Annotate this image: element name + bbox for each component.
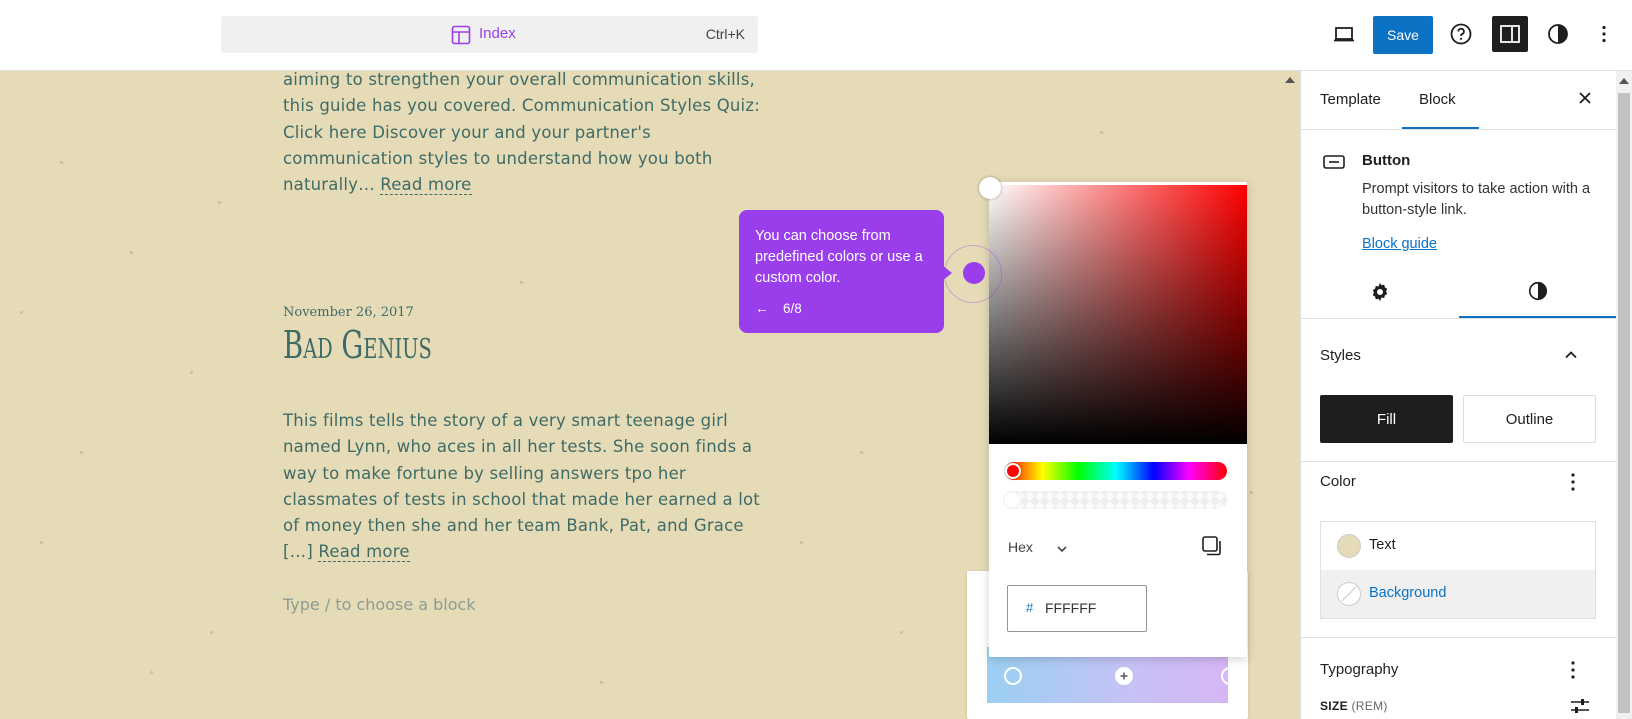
help-button[interactable]	[1443, 16, 1479, 52]
laptop-icon	[1334, 27, 1354, 42]
tooltip-arrow	[942, 265, 952, 281]
tour-tooltip: You can choose from predefined colors or…	[739, 210, 952, 333]
gear-icon	[1372, 282, 1388, 302]
close-icon[interactable]	[1575, 88, 1595, 108]
styles-tab[interactable]	[1459, 266, 1616, 318]
sidebar-icon	[1500, 25, 1520, 43]
color-item-label: Background	[1369, 585, 1447, 601]
chevron-up-icon[interactable]	[1563, 347, 1579, 363]
alpha-slider[interactable]	[1003, 491, 1227, 509]
text-color-item[interactable]: Text	[1321, 522, 1595, 570]
hex-color-input[interactable]: # FFFFFF	[1007, 585, 1147, 632]
editor-top-bar: Index Ctrl+K Save	[0, 0, 1632, 71]
color-options-button[interactable]	[1569, 472, 1577, 492]
more-vertical-icon	[1602, 25, 1606, 43]
help-icon	[1450, 23, 1472, 45]
hue-handle[interactable]	[1005, 463, 1021, 479]
command-palette-button[interactable]: Index Ctrl+K	[221, 16, 758, 53]
hex-prefix: #	[1026, 600, 1034, 615]
typography-panel-title: Typography	[1320, 661, 1399, 678]
block-card-description: Prompt visitors to take action with a bu…	[1362, 181, 1591, 218]
options-menu-button[interactable]	[1586, 16, 1622, 52]
hue-slider[interactable]	[1005, 462, 1227, 480]
canvas-scrollbar[interactable]	[1278, 71, 1300, 719]
saturation-handle[interactable]	[979, 177, 1001, 199]
color-swatch	[1337, 582, 1361, 606]
sidebar-scrollbar[interactable]	[1616, 71, 1632, 719]
more-vertical-icon	[1571, 661, 1575, 679]
plus-icon	[1120, 672, 1128, 680]
background-color-item[interactable]: Background	[1321, 570, 1595, 618]
color-panel-title: Color	[1320, 473, 1356, 490]
font-size-unit: (REM)	[1351, 699, 1388, 713]
copy-icon[interactable]	[1200, 534, 1224, 558]
settings-sidebar: Template Block Button Prompt visitors to…	[1300, 71, 1616, 719]
scroll-up-icon	[1619, 78, 1629, 84]
button-block-icon	[1323, 155, 1345, 169]
saturation-value-area[interactable]	[979, 177, 1247, 444]
typography-options-button[interactable]	[1569, 660, 1577, 680]
read-more-link[interactable]: Read more	[318, 542, 410, 563]
font-size-label: SIZE (REM)	[1320, 699, 1388, 713]
gradient-stop-handle[interactable]	[1004, 667, 1022, 685]
no-color-slash-icon	[1341, 586, 1357, 602]
tour-beacon[interactable]	[963, 262, 985, 284]
post-excerpt: aiming to strengthen your overall commun…	[283, 71, 763, 198]
divider	[1301, 318, 1616, 319]
settings-sidebar-toggle[interactable]	[1492, 16, 1528, 52]
post-excerpt-text: aiming to strengthen your overall commun…	[283, 71, 760, 195]
color-format-select[interactable]: Hex	[1008, 539, 1033, 555]
scroll-up-icon	[1285, 77, 1295, 83]
color-settings-list: Text Background	[1320, 521, 1596, 619]
font-size-label-text: SIZE	[1320, 699, 1348, 713]
block-appender-placeholder[interactable]: Type / to choose a block	[283, 595, 476, 614]
post-excerpt-text: This films tells the story of a very sma…	[283, 411, 760, 562]
tour-step-counter: 6/8	[783, 301, 802, 316]
add-gradient-stop-button[interactable]	[1115, 667, 1133, 685]
styles-panel-title[interactable]: Styles	[1320, 347, 1361, 364]
tab-template[interactable]: Template	[1320, 91, 1381, 108]
post-title[interactable]: Bad Genius	[283, 323, 432, 367]
half-circle-contrast-icon	[1528, 281, 1548, 301]
device-preview-button[interactable]	[1326, 16, 1362, 52]
tour-tooltip-text: You can choose from predefined colors or…	[755, 228, 923, 286]
settings-tab[interactable]	[1301, 266, 1459, 318]
tab-block[interactable]: Block	[1419, 91, 1456, 108]
color-picker-popover: Hex # FFFFFF	[979, 177, 1247, 657]
style-fill-button[interactable]: Fill	[1320, 395, 1453, 443]
post-excerpt: This films tells the story of a very sma…	[283, 408, 763, 566]
half-circle-contrast-icon	[1548, 24, 1568, 44]
chevron-down-icon[interactable]	[1055, 542, 1069, 556]
more-vertical-icon	[1571, 473, 1575, 491]
read-more-link[interactable]: Read more	[380, 175, 472, 196]
settings-sliders-icon[interactable]	[1569, 696, 1591, 716]
save-button[interactable]: Save	[1373, 16, 1433, 54]
color-swatch	[1337, 534, 1361, 558]
scrollbar-thumb[interactable]	[1618, 93, 1630, 713]
hex-value[interactable]: FFFFFF	[1045, 600, 1096, 616]
divider	[1301, 461, 1616, 462]
template-layout-icon	[451, 25, 471, 45]
gradient-stop-handle[interactable]	[1221, 667, 1239, 685]
block-card-title: Button	[1362, 152, 1411, 169]
style-outline-button[interactable]: Outline	[1463, 395, 1596, 443]
styles-button[interactable]	[1540, 16, 1576, 52]
alpha-handle[interactable]	[1003, 491, 1021, 509]
divider	[1301, 129, 1616, 130]
arrow-left-icon[interactable]: ←	[755, 300, 769, 316]
keyboard-shortcut-hint: Ctrl+K	[705, 26, 745, 42]
block-guide-link[interactable]: Block guide	[1362, 236, 1437, 252]
divider	[1301, 637, 1616, 638]
post-date: November 26, 2017	[283, 305, 414, 320]
document-title: Index	[479, 25, 516, 42]
color-item-label: Text	[1369, 537, 1396, 553]
